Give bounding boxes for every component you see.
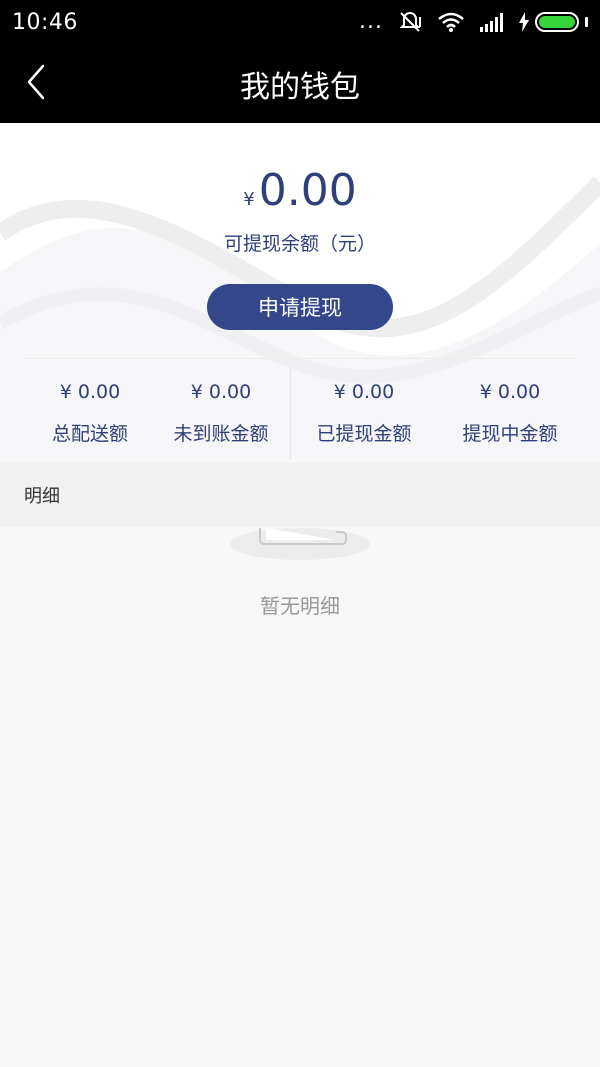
status-bar: 10:46 ... [0,0,600,44]
stat-label: 未到账金额 [173,423,269,445]
empty-state-text: 暂无明细 [260,594,340,618]
stat-label: 总配送额 [51,423,128,445]
divider [24,358,576,359]
stat-withdrawing: ¥ 0.00 提现中金额 [440,381,580,446]
mute-icon [397,11,423,33]
back-button[interactable] [16,56,56,108]
more-dots: ... [359,9,383,34]
balance-display: ¥ 0.00 [0,165,600,216]
stat-total-delivery: ¥ 0.00 总配送额 [20,381,160,446]
wifi-icon [437,11,465,33]
nav-bar: 我的钱包 [0,44,600,123]
stat-withdrawn: ¥ 0.00 已提现金额 [294,381,434,446]
signal-icon [479,11,505,33]
wallet-summary: ¥ 0.00 可提现余额（元） 申请提现 ¥ 0.00 总配送额 ¥ 0.00 … [0,123,600,463]
stat-value: ¥ 0.00 [479,381,541,403]
status-icons: ... [359,11,588,33]
charging-icon [519,12,529,32]
stat-pending-arrival: ¥ 0.00 未到账金额 [151,381,291,446]
withdraw-button[interactable]: 申请提现 [207,284,393,330]
battery-indicator [519,12,588,32]
battery-icon [535,12,579,32]
stat-label: 提现中金额 [462,423,558,445]
stat-value: ¥ 0.00 [190,381,252,403]
battery-level [539,16,575,28]
stat-label: 已提现金额 [316,423,412,445]
chevron-left-icon [27,64,45,100]
currency-symbol: ¥ [243,189,255,210]
empty-document-icon [230,528,370,560]
details-header: 明细 [0,463,600,527]
balance-label: 可提现余额（元） [223,233,376,255]
page-title: 我的钱包 [240,69,360,105]
balance-amount: 0.00 [258,165,357,216]
stat-value: ¥ 0.00 [333,381,395,403]
status-time: 10:46 [12,9,78,35]
stat-value: ¥ 0.00 [59,381,121,403]
battery-tip [585,17,588,27]
